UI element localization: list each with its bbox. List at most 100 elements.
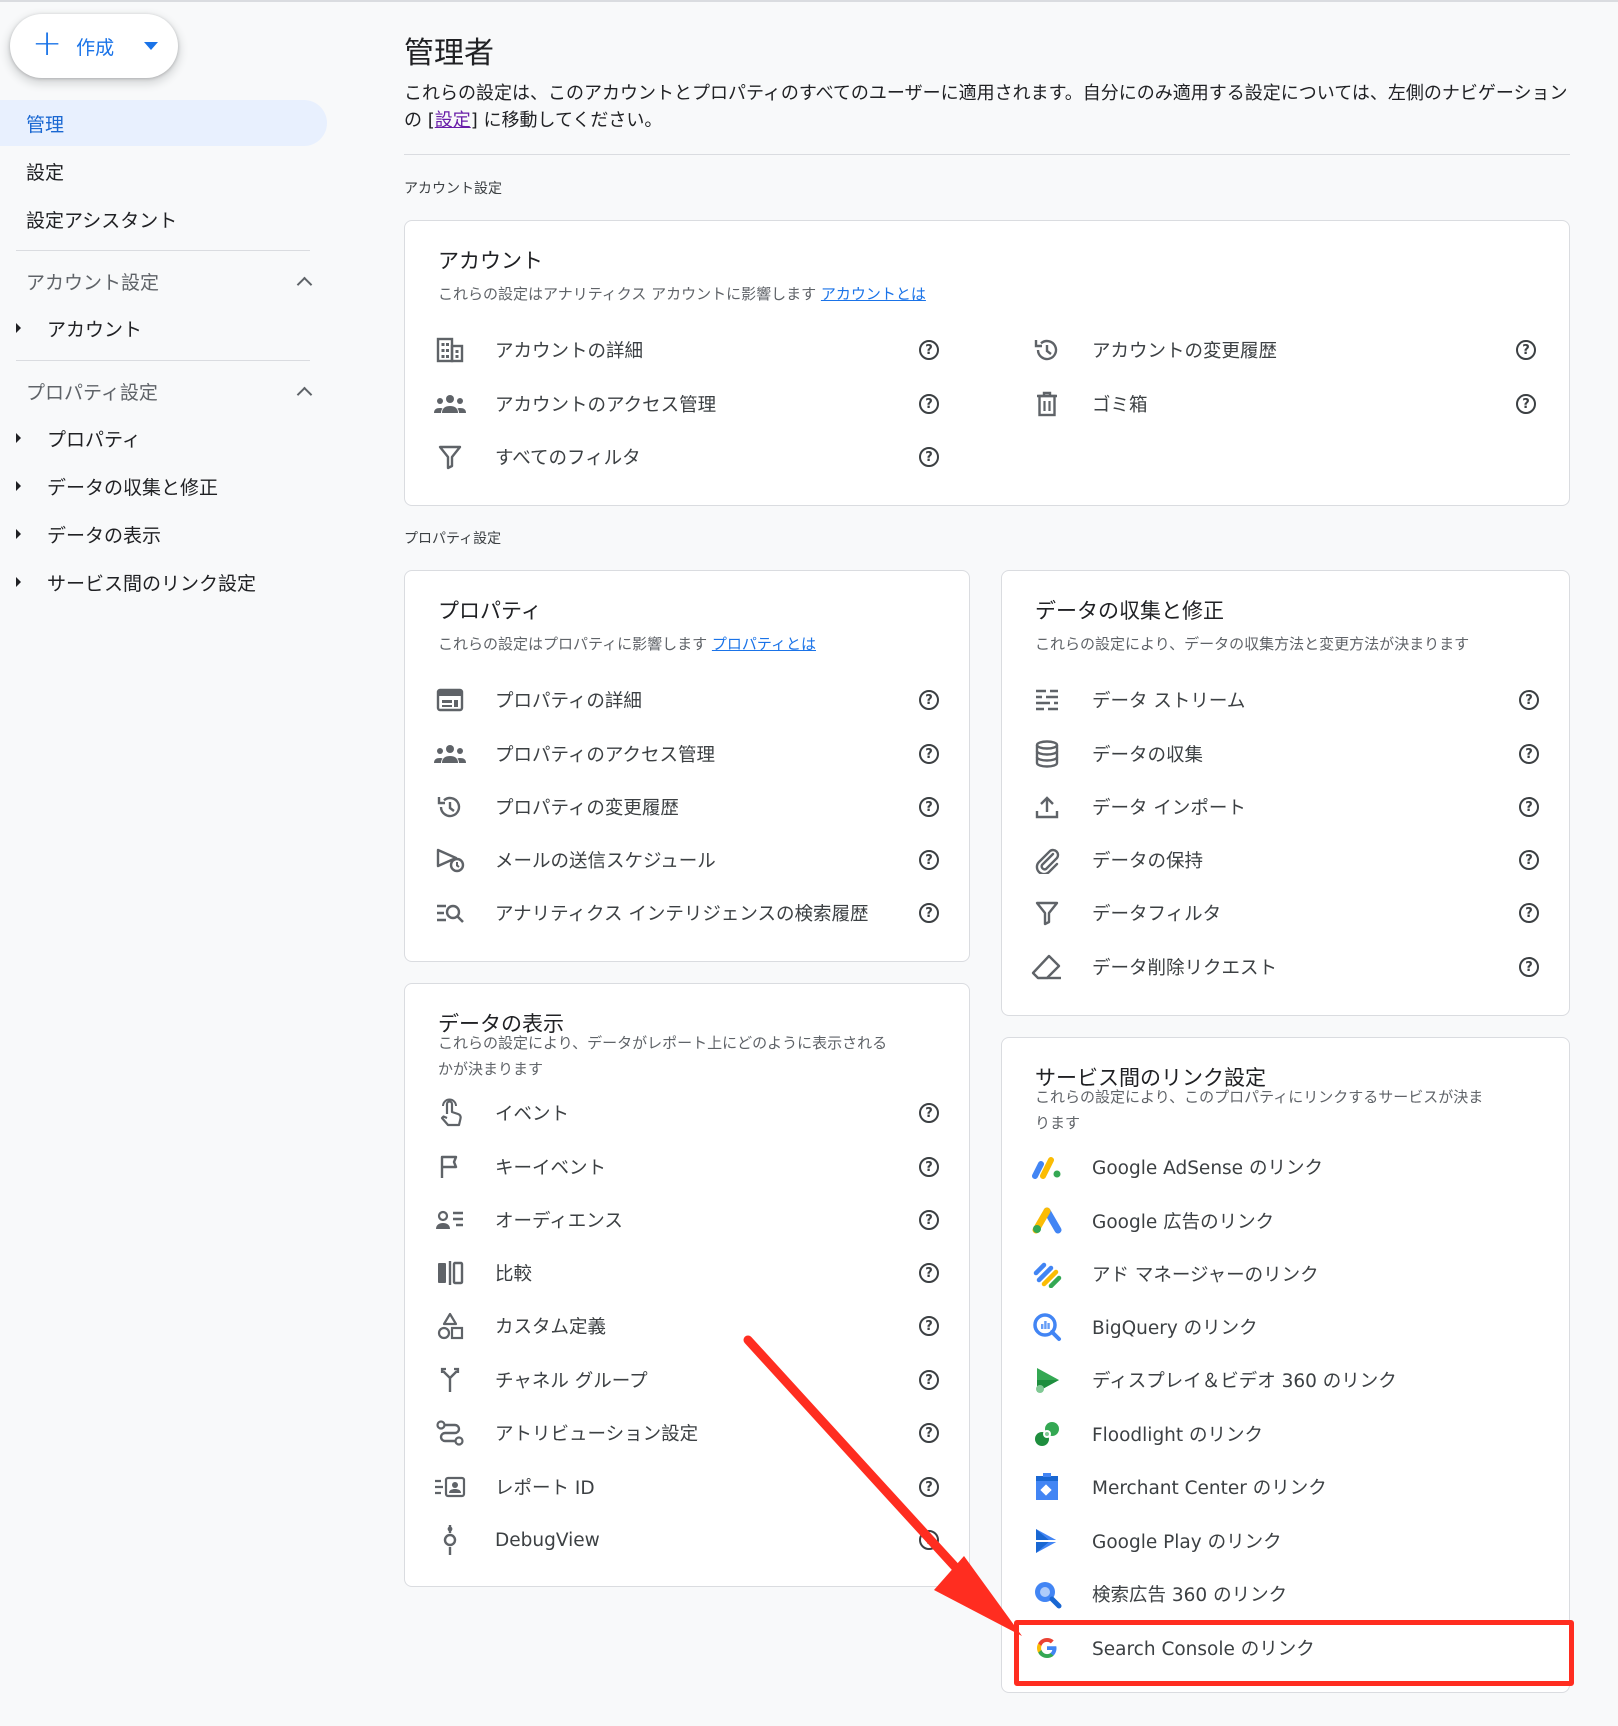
nav-item-setup-assistant[interactable]: 設定アシスタント — [0, 196, 327, 242]
data-retention-row[interactable]: データの保持 ? — [1002, 837, 1571, 883]
settings-link[interactable]: 設定 — [435, 110, 471, 131]
what-is-property-link[interactable]: プロパティとは — [712, 635, 816, 653]
help-icon[interactable]: ? — [1516, 394, 1536, 414]
row-label: プロパティのアクセス管理 — [495, 745, 715, 766]
nav-item-property[interactable]: プロパティ — [0, 416, 327, 460]
row-label: オーディエンス — [495, 1211, 623, 1232]
nav-item-data-collection[interactable]: データの収集と修正 — [0, 464, 327, 508]
help-icon[interactable]: ? — [919, 1157, 939, 1177]
expand-arrow-icon — [16, 577, 21, 587]
help-icon[interactable]: ? — [919, 1103, 939, 1123]
nav-item-settings[interactable]: 設定 — [0, 148, 327, 194]
building-icon — [433, 333, 467, 367]
help-icon[interactable]: ? — [919, 1316, 939, 1336]
help-icon[interactable]: ? — [919, 1423, 939, 1443]
data-collection-row[interactable]: データの収集 ? — [1002, 731, 1571, 777]
what-is-account-link[interactable]: アカウントとは — [821, 285, 926, 303]
flag-icon — [433, 1150, 467, 1184]
help-icon[interactable]: ? — [1519, 957, 1539, 977]
page-title: 管理者 — [404, 36, 494, 71]
history-icon — [1030, 333, 1064, 367]
trash-row[interactable]: ゴミ箱 ? — [1002, 381, 1568, 427]
nav-item-label: アカウント — [47, 318, 143, 341]
create-button[interactable]: + 作成 — [10, 14, 178, 78]
channel-groups-row[interactable]: チャネル グループ ? — [405, 1357, 971, 1403]
help-icon[interactable]: ? — [919, 1370, 939, 1390]
help-icon[interactable]: ? — [919, 1263, 939, 1283]
help-icon[interactable]: ? — [1519, 690, 1539, 710]
ad-manager-link-row[interactable]: アド マネージャーのリンク — [1002, 1251, 1571, 1297]
card-subtitle-text: これらの設定はアナリティクス アカウントに影響します — [438, 285, 817, 303]
debugview-row[interactable]: DebugView ? — [405, 1517, 971, 1563]
help-icon[interactable]: ? — [919, 1210, 939, 1230]
google-ads-link-row[interactable]: Google 広告のリンク — [1002, 1198, 1571, 1244]
card-subtitle: これらの設定により、データがレポート上にどのように表示される かが決まります — [438, 1030, 887, 1082]
help-icon[interactable]: ? — [919, 447, 939, 467]
chevron-up-icon — [296, 386, 313, 402]
reporting-identity-row[interactable]: レポート ID ? — [405, 1464, 971, 1510]
help-icon[interactable]: ? — [1519, 850, 1539, 870]
help-icon[interactable]: ? — [919, 744, 939, 764]
help-icon[interactable]: ? — [1519, 797, 1539, 817]
attribution-settings-row[interactable]: アトリビューション設定 ? — [405, 1410, 971, 1456]
floodlight-link-row[interactable]: Floodlight のリンク — [1002, 1411, 1571, 1457]
row-label: Search Console のリンク — [1092, 1639, 1315, 1660]
help-icon[interactable]: ? — [1519, 903, 1539, 923]
touch-icon — [433, 1096, 467, 1130]
row-label: Google Play のリンク — [1092, 1532, 1282, 1553]
nav-section-account-settings[interactable]: アカウント設定 — [0, 259, 313, 303]
key-events-row[interactable]: キーイベント ? — [405, 1144, 971, 1190]
nav-section-property-settings[interactable]: プロパティ設定 — [0, 369, 313, 413]
account-change-history-row[interactable]: アカウントの変更履歴 ? — [1002, 327, 1568, 373]
display-video-360-link-row[interactable]: ディスプレイ＆ビデオ 360 のリンク — [1002, 1357, 1571, 1403]
help-icon[interactable]: ? — [1519, 744, 1539, 764]
search-ads-360-link-row[interactable]: 検索広告 360 のリンク — [1002, 1571, 1571, 1617]
nav-item-label: データの収集と修正 — [47, 476, 219, 499]
custom-definitions-row[interactable]: カスタム定義 ? — [405, 1303, 971, 1349]
property-change-history-row[interactable]: プロパティの変更履歴 ? — [405, 784, 971, 830]
events-row[interactable]: イベント ? — [405, 1090, 971, 1136]
search-console-link-row[interactable]: Search Console のリンク — [1002, 1625, 1571, 1671]
account-details-row[interactable]: アカウントの詳細 ? — [405, 327, 971, 373]
row-label: カスタム定義 — [495, 1317, 607, 1338]
data-deletion-requests-row[interactable]: データ削除リクエスト ? — [1002, 944, 1571, 990]
property-details-row[interactable]: プロパティの詳細 ? — [405, 677, 971, 723]
adsense-link-row[interactable]: Google AdSense のリンク — [1002, 1144, 1571, 1190]
data-filters-row[interactable]: データフィルタ ? — [1002, 890, 1571, 936]
merchant-center-link-row[interactable]: Merchant Center のリンク — [1002, 1464, 1571, 1510]
help-icon[interactable]: ? — [919, 797, 939, 817]
audiences-row[interactable]: オーディエンス ? — [405, 1197, 971, 1243]
help-icon[interactable]: ? — [919, 340, 939, 360]
filter-icon — [1030, 896, 1064, 930]
help-icon[interactable]: ? — [919, 1530, 939, 1550]
comparisons-row[interactable]: 比較 ? — [405, 1250, 971, 1296]
scheduled-emails-row[interactable]: メールの送信スケジュール ? — [405, 837, 971, 883]
nav-item-account[interactable]: アカウント — [0, 306, 327, 350]
merchant-center-icon — [1030, 1470, 1064, 1504]
help-icon[interactable]: ? — [1516, 340, 1536, 360]
nav-item-data-display[interactable]: データの表示 — [0, 512, 327, 556]
data-import-row[interactable]: データ インポート ? — [1002, 784, 1571, 830]
help-icon[interactable]: ? — [919, 903, 939, 923]
all-filters-row[interactable]: すべてのフィルタ ? — [405, 434, 971, 480]
nav-item-product-links[interactable]: サービス間のリンク設定 — [0, 560, 327, 604]
account-access-row[interactable]: アカウントのアクセス管理 ? — [405, 381, 971, 427]
help-icon[interactable]: ? — [919, 850, 939, 870]
expand-arrow-icon — [16, 433, 21, 443]
card-subtitle: これらの設定はプロパティに影響します プロパティとは — [438, 631, 816, 657]
help-icon[interactable]: ? — [919, 1477, 939, 1497]
card-title: プロパティ — [438, 599, 542, 623]
property-access-row[interactable]: プロパティのアクセス管理 ? — [405, 731, 971, 777]
data-streams-row[interactable]: データ ストリーム ? — [1002, 677, 1571, 723]
card-subtitle-text: これらの設定により、データがレポート上にどのように表示される — [438, 1034, 888, 1052]
intelligence-search-history-row[interactable]: アナリティクス インテリジェンスの検索履歴 ? — [405, 890, 971, 936]
history-icon — [433, 790, 467, 824]
row-label: プロパティの変更履歴 — [495, 798, 679, 819]
row-label: データ ストリーム — [1092, 691, 1246, 712]
bigquery-link-row[interactable]: BigQuery のリンク — [1002, 1304, 1571, 1350]
trash-icon — [1030, 387, 1064, 421]
nav-item-admin[interactable]: 管理 — [0, 100, 327, 146]
google-play-link-row[interactable]: Google Play のリンク — [1002, 1518, 1571, 1564]
help-icon[interactable]: ? — [919, 394, 939, 414]
help-icon[interactable]: ? — [919, 690, 939, 710]
